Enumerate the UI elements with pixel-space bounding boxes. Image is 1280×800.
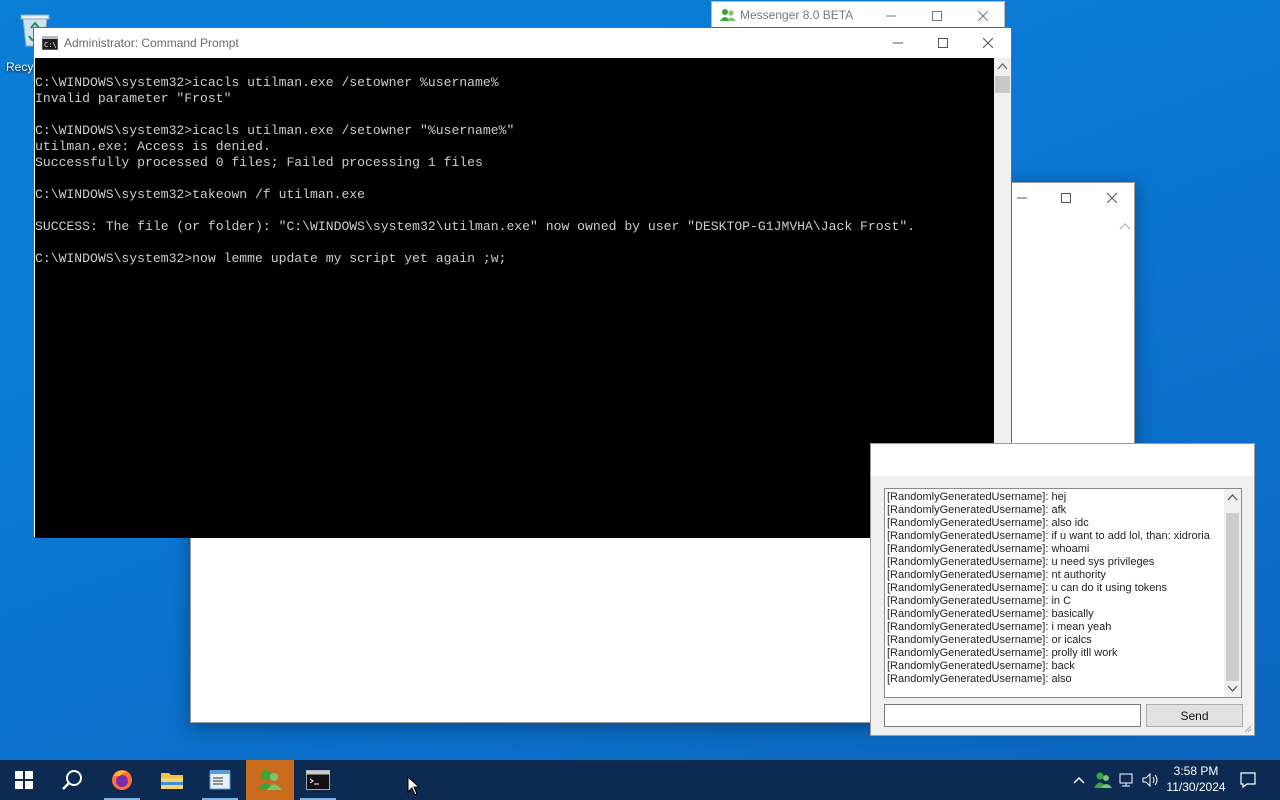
close-button[interactable]: [1089, 183, 1135, 213]
start-button[interactable]: [0, 760, 48, 800]
maximize-icon: [938, 38, 948, 48]
volume-icon: [1142, 772, 1158, 788]
chat-message: [RandomlyGeneratedUsername]: if u want t…: [887, 530, 1210, 542]
console-line: Invalid parameter "Frost": [35, 91, 232, 106]
console-output[interactable]: C:\WINDOWS\system32>icacls utilman.exe /…: [35, 58, 995, 538]
scroll-down-icon[interactable]: [1227, 685, 1238, 693]
console-line: C:\WINDOWS\system32>takeown /f utilman.e…: [35, 187, 366, 202]
resize-grip-icon[interactable]: [1244, 725, 1252, 733]
messenger-icon: [720, 9, 736, 21]
chat-message: [RandomlyGeneratedUsername]: also idc: [887, 517, 1089, 529]
messenger-icon: [258, 770, 282, 790]
search-button[interactable]: [48, 760, 96, 800]
vertical-scrollbar[interactable]: [1224, 489, 1241, 697]
chat-log[interactable]: [RandomlyGeneratedUsername]: hej [Randoml…: [884, 488, 1242, 698]
command-prompt-window[interactable]: C:\ Administrator: Command Prompt C:\WIN…: [33, 27, 1012, 538]
vertical-scrollbar[interactable]: [1116, 219, 1134, 479]
maximize-button[interactable]: [920, 28, 966, 58]
clock[interactable]: 3:58 PM 11/30/2024: [1160, 763, 1232, 795]
taskbar: 3:58 PM 11/30/2024: [0, 760, 1280, 800]
chat-messages: [RandomlyGeneratedUsername]: hej [Randoml…: [887, 491, 1210, 686]
close-icon: [978, 10, 988, 21]
scrollbar-thumb[interactable]: [1226, 513, 1239, 681]
command-prompt-title: Administrator: Command Prompt: [64, 36, 239, 50]
tray-messenger[interactable]: [1092, 760, 1114, 800]
close-button[interactable]: [960, 2, 1006, 29]
messenger-window[interactable]: Messenger 8.0 BETA: [711, 1, 1005, 28]
notification-icon: [1240, 772, 1256, 789]
console-line: Successfully processed 0 files; Failed p…: [35, 155, 483, 170]
taskbar-messenger[interactable]: [246, 760, 294, 800]
clock-time: 3:58 PM: [1173, 764, 1219, 778]
chat-message: [RandomlyGeneratedUsername]: prolly itll…: [887, 647, 1118, 659]
chat-message: [RandomlyGeneratedUsername]: whoami: [887, 543, 1090, 555]
svg-text:C:\: C:\: [44, 41, 57, 49]
minimize-button[interactable]: [868, 2, 914, 29]
chat-message: [RandomlyGeneratedUsername]: hej: [887, 491, 1067, 503]
file-explorer-icon: [161, 773, 183, 789]
chat-message: [RandomlyGeneratedUsername]: afk: [887, 504, 1067, 516]
scrollbar-thumb[interactable]: [995, 76, 1010, 93]
notifications-button[interactable]: [1236, 760, 1260, 800]
console-line: utilman.exe: Access is denied.: [35, 139, 271, 154]
chat-message: [RandomlyGeneratedUsername]: u can do it…: [887, 582, 1168, 594]
chat-message: [RandomlyGeneratedUsername]: u need sys …: [887, 556, 1155, 568]
maximize-icon: [932, 10, 942, 21]
scroll-up-icon[interactable]: [1227, 493, 1238, 501]
chat-window[interactable]: [RandomlyGeneratedUsername]: hej [Randoml…: [870, 443, 1255, 736]
tray-network[interactable]: [1116, 760, 1138, 800]
send-button[interactable]: Send: [1146, 704, 1243, 727]
scroll-up-icon[interactable]: [997, 62, 1008, 70]
chat-message: [RandomlyGeneratedUsername]: in C: [887, 595, 1072, 607]
title-bar[interactable]: C:\ Administrator: Command Prompt: [34, 28, 1011, 58]
taskbar-firefox[interactable]: [98, 760, 146, 800]
chat-message: [RandomlyGeneratedUsername]: i mean yeah: [887, 621, 1112, 633]
chat-message: [RandomlyGeneratedUsername]: nt authorit…: [887, 569, 1106, 581]
maximize-button[interactable]: [1043, 183, 1089, 213]
chat-message: [RandomlyGeneratedUsername]: or icalcs: [887, 634, 1092, 646]
maximize-icon: [1061, 193, 1071, 203]
message-input[interactable]: [884, 704, 1141, 727]
chat-message: [RandomlyGeneratedUsername]: back: [887, 660, 1075, 672]
minimize-icon: [893, 42, 903, 44]
network-icon: [1119, 773, 1133, 787]
close-button[interactable]: [965, 28, 1011, 58]
maximize-button[interactable]: [914, 2, 960, 29]
console-text: C:\WINDOWS\system32>icacls utilman.exe /…: [35, 75, 915, 267]
taskbar-command-prompt[interactable]: [294, 760, 342, 800]
minimize-icon: [1017, 197, 1027, 199]
taskbar-file-explorer[interactable]: [148, 760, 196, 800]
minimize-icon: [886, 15, 896, 16]
firefox-icon: [112, 770, 132, 790]
chat-message: [RandomlyGeneratedUsername]: also: [887, 673, 1072, 685]
recycle-bin-label: Recy: [6, 60, 34, 74]
show-hidden-icons-button[interactable]: [1068, 760, 1090, 800]
tray-volume[interactable]: [1140, 760, 1162, 800]
start-icon: [15, 771, 33, 789]
close-icon: [1107, 193, 1117, 203]
search-icon: [62, 770, 82, 790]
close-icon: [983, 38, 993, 48]
command-prompt-icon: C:\: [42, 36, 58, 50]
console-line: C:\WINDOWS\system32>now lemme update my …: [35, 251, 507, 266]
console-line: C:\WINDOWS\system32>icacls utilman.exe /…: [35, 123, 515, 138]
chat-title-bar[interactable]: [871, 444, 1254, 476]
messenger-tray-icon: [1094, 772, 1112, 788]
console-line: SUCCESS: The file (or folder): "C:\WINDO…: [35, 219, 916, 234]
notepad-icon: [209, 770, 231, 790]
chevron-up-icon: [1073, 777, 1085, 784]
console-line: C:\WINDOWS\system32>icacls utilman.exe /…: [35, 75, 499, 90]
messenger-window-title: Messenger 8.0 BETA: [740, 8, 854, 22]
minimize-button[interactable]: [875, 28, 921, 58]
command-prompt-icon: [306, 770, 330, 790]
taskbar-notepad[interactable]: [196, 760, 244, 800]
mouse-cursor-icon: [407, 776, 421, 796]
scroll-up-icon: [1119, 222, 1131, 230]
clock-date: 11/30/2024: [1166, 780, 1226, 794]
chat-message: [RandomlyGeneratedUsername]: basically: [887, 608, 1094, 620]
